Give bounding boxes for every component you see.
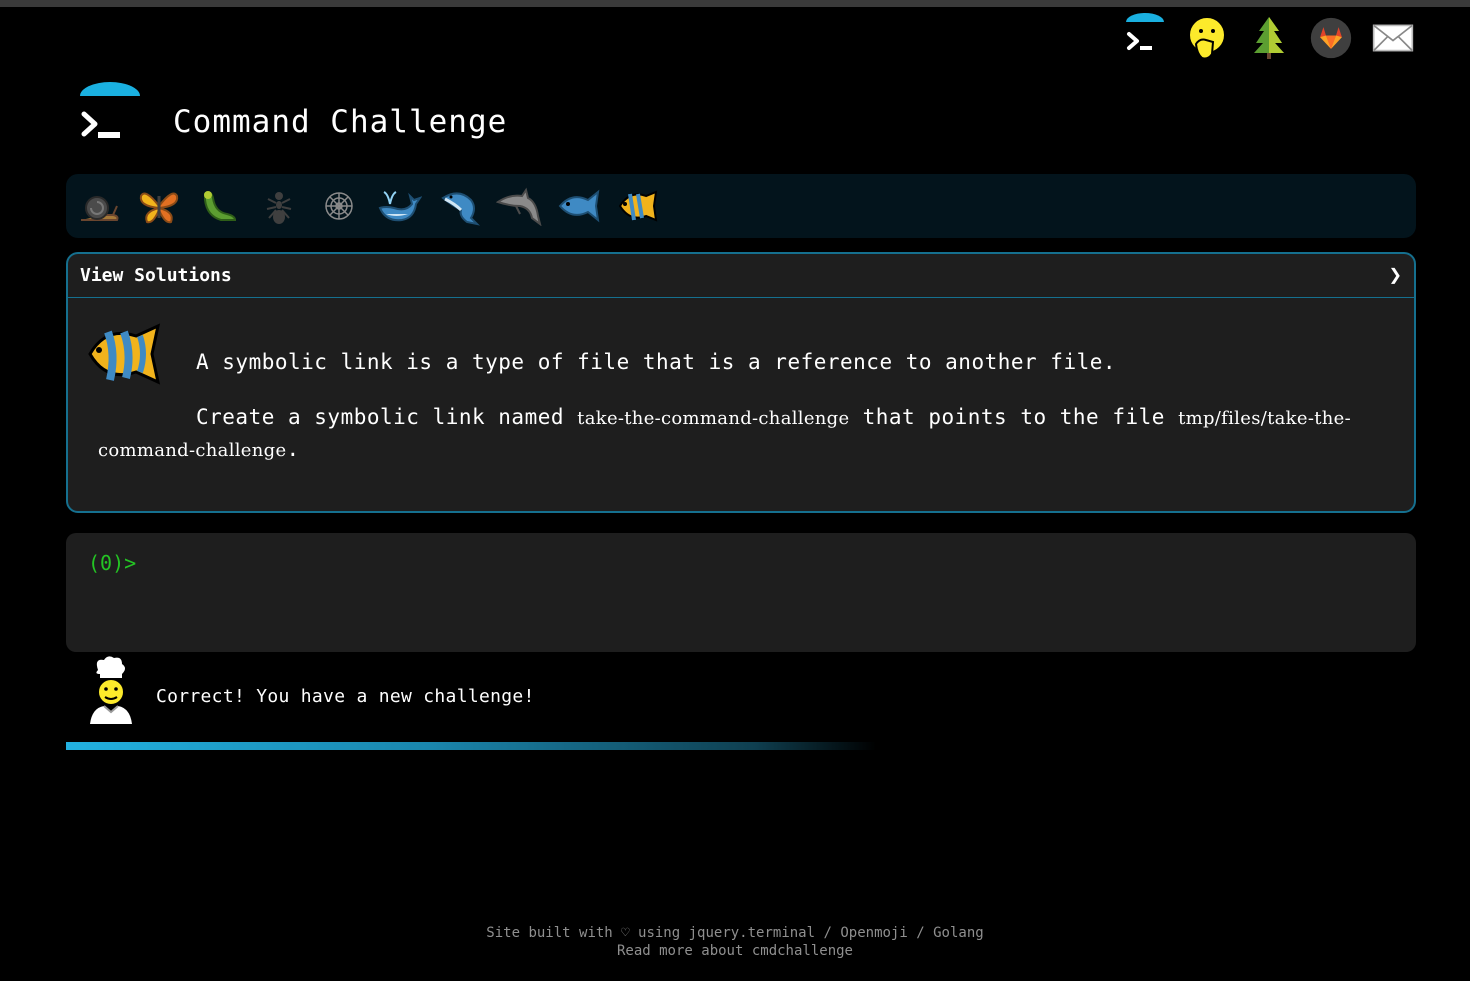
tropical-fish-icon[interactable] — [616, 183, 662, 229]
dolphin-icon[interactable] — [496, 183, 542, 229]
page-title: Command Challenge — [173, 104, 508, 140]
challenge-body: A symbolic link is a type of file that i… — [68, 298, 1414, 511]
footer-line-1: Site built with ♡ using jquery.terminal … — [0, 924, 1470, 942]
site-logo-icon[interactable] — [78, 82, 142, 144]
level-strip — [66, 174, 1416, 238]
chef-icon — [86, 654, 136, 726]
view-solutions-label: View Solutions — [80, 265, 232, 286]
challenge-panel: View Solutions ❯ A symbolic link is a ty… — [66, 252, 1416, 513]
footer-separator: / — [916, 925, 925, 941]
bug-icon[interactable] — [196, 183, 242, 229]
challenge-description: A symbolic link is a type of file that i… — [196, 350, 1117, 374]
footer: Site built with ♡ using jquery.terminal … — [0, 924, 1470, 960]
browser-top-edge — [0, 0, 1470, 7]
golang-link[interactable]: Golang — [933, 925, 984, 941]
whale-icon[interactable] — [436, 183, 482, 229]
jquery-terminal-link[interactable]: jquery.terminal — [689, 925, 815, 941]
task-text-2: that points to the file — [862, 405, 1165, 429]
feedback-message: Correct! You have a new challenge! — [156, 686, 535, 707]
challenge-task: Create a symbolic link named take-the-co… — [98, 402, 1388, 466]
terminal-prompt: (0)> — [88, 551, 137, 575]
evergreen-tree-icon[interactable] — [1248, 12, 1290, 64]
face-with-hand-over-mouth-icon[interactable] — [1186, 12, 1228, 64]
openmoji-link[interactable]: Openmoji — [840, 925, 907, 941]
link-name-code: take-the-command-challenge — [577, 408, 850, 429]
butterfly-icon[interactable] — [136, 183, 182, 229]
footer-separator: / — [823, 925, 832, 941]
view-solutions-toggle[interactable]: View Solutions ❯ — [68, 254, 1414, 298]
tropical-fish-icon — [86, 320, 166, 390]
read-more-link[interactable]: Read more about cmdchallenge — [0, 942, 1470, 960]
spouting-whale-icon[interactable] — [376, 183, 422, 229]
task-period: . — [286, 437, 300, 461]
snail-icon[interactable] — [76, 183, 122, 229]
fish-icon[interactable] — [556, 183, 602, 229]
chevron-right-icon: ❯ — [1388, 263, 1402, 288]
envelope-icon[interactable] — [1372, 12, 1414, 64]
gitlab-icon[interactable] — [1310, 12, 1352, 64]
task-text-1: Create a symbolic link named — [196, 405, 565, 429]
progress-bar — [66, 742, 876, 750]
terminal-logo-icon[interactable] — [1124, 12, 1166, 64]
built-with-text: Site built with ♡ using — [486, 925, 681, 941]
spider-web-icon[interactable] — [316, 183, 362, 229]
terminal-input[interactable]: (0)> — [66, 533, 1416, 652]
top-nav — [1124, 12, 1414, 64]
ant-icon[interactable] — [256, 183, 302, 229]
